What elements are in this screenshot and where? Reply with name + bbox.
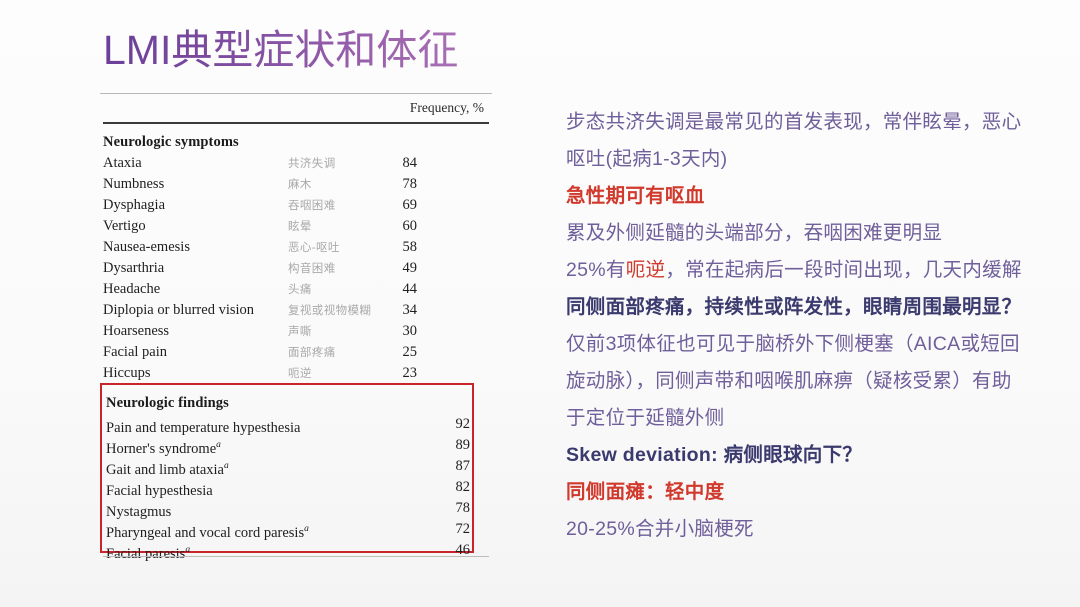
row-label: Hoarseness bbox=[103, 323, 170, 339]
note-line: 累及外侧延髓的头端部分，吞咽困难更明显 bbox=[566, 222, 943, 244]
slide-root: LMI典型症状和体征 Frequency, % Neurologic sympt… bbox=[0, 0, 1080, 607]
row-value: 72 bbox=[455, 521, 471, 537]
table-row: Gait and limb ataxiaa 87 bbox=[106, 456, 478, 478]
row-footnote-marker: a bbox=[216, 440, 221, 450]
table-row: Horner's syndromea 89 bbox=[106, 435, 478, 457]
row-label: Hiccups bbox=[103, 365, 151, 381]
row-label-cn: 麻木 bbox=[288, 179, 312, 191]
page-title: LMI典型症状和体征 bbox=[103, 22, 458, 78]
table-row: Hiccups 呃逆 23 bbox=[103, 363, 489, 384]
row-value: 82 bbox=[455, 479, 471, 495]
row-value: 44 bbox=[402, 281, 418, 297]
table-row: Nystagmus 78 bbox=[106, 498, 478, 520]
row-value: 78 bbox=[455, 500, 471, 516]
table-frequency-header: Frequency, % bbox=[409, 100, 484, 115]
table-row: Facial pain 面部疼痛 25 bbox=[103, 342, 489, 363]
row-value: 46 bbox=[455, 542, 471, 558]
note-line: 仅前3项体征也可见于脑桥外下侧梗塞（AICA或短回 bbox=[566, 333, 1020, 355]
row-value: 84 bbox=[402, 155, 418, 171]
row-label: Ataxia bbox=[103, 155, 142, 171]
table-section-heading-findings: Neurologic findings bbox=[106, 395, 229, 411]
table-row: Facial hypesthesia 82 bbox=[106, 477, 478, 499]
row-label-cn: 共济失调 bbox=[288, 158, 336, 170]
table-findings: Neurologic findings Pain and temperature… bbox=[106, 393, 478, 562]
row-label: Nausea-emesis bbox=[103, 239, 190, 255]
table-section-heading-symptoms: Neurologic symptoms bbox=[103, 134, 239, 150]
row-value: 89 bbox=[455, 437, 471, 453]
row-label: Dysphagia bbox=[103, 197, 166, 213]
table-row: Dysarthria 构音困难 49 bbox=[103, 258, 489, 279]
row-footnote-marker: a bbox=[304, 524, 309, 534]
note-line: 20-25%合并小脑梗死 bbox=[566, 518, 754, 540]
row-label: Facial pain bbox=[103, 344, 168, 360]
row-label-cn: 眩晕 bbox=[288, 221, 312, 233]
note-line-mixed: 25%有呃逆，常在起病后一段时间出现，几天内缓解 bbox=[566, 252, 1052, 289]
note-line-highlight: 急性期可有呕血 bbox=[566, 185, 705, 207]
note-line: 于定位于延髓外侧 bbox=[566, 407, 725, 429]
table-row: Numbness 麻木 78 bbox=[103, 174, 489, 195]
row-footnote-marker: a bbox=[223, 461, 229, 471]
table-row: Headache 头痛 44 bbox=[103, 279, 489, 300]
table-row: Nausea-emesis 恶心-呕吐 58 bbox=[103, 237, 489, 258]
row-label-cn: 呃逆 bbox=[288, 368, 312, 380]
note-line-emphasis: Skew deviation: 病侧眼球向下？ bbox=[566, 444, 863, 466]
row-label: Facial paresisa bbox=[106, 545, 191, 562]
row-label-cn: 吞咽困难 bbox=[288, 200, 336, 212]
table-bottom-rule bbox=[103, 556, 489, 557]
note-line: 步态共济失调是最常见的首发表现，常伴眩晕，恶心 bbox=[566, 111, 1022, 133]
row-value: 58 bbox=[402, 239, 418, 255]
row-label-cn: 头痛 bbox=[288, 284, 312, 296]
row-value: 87 bbox=[455, 458, 471, 474]
row-label-cn: 复视或视物模糊 bbox=[288, 305, 372, 317]
table-row: Vertigo 眩晕 60 bbox=[103, 216, 489, 237]
table-row: Diplopia or blurred vision 复视或视物模糊 34 bbox=[103, 300, 489, 321]
note-line: 呕吐(起病1-3天内) bbox=[566, 148, 728, 170]
row-value: 30 bbox=[402, 323, 418, 339]
table-header-rule bbox=[103, 122, 489, 124]
note-line-emphasis: 同侧面部疼痛，持续性或阵发性，眼睛周围最明显？ bbox=[566, 296, 1022, 318]
table-row: Facial paresisa 46 bbox=[106, 540, 478, 562]
row-value: 69 bbox=[402, 197, 418, 213]
table-row: Hoarseness 声嘶 30 bbox=[103, 321, 489, 342]
table-symptoms: Neurologic symptoms Ataxia 共济失调 84 Numbn… bbox=[103, 132, 489, 384]
row-value: 34 bbox=[402, 302, 418, 318]
note-segment-highlight: 呃逆 bbox=[625, 259, 666, 281]
row-value: 23 bbox=[402, 365, 418, 381]
note-segment: 25%有 bbox=[566, 259, 626, 281]
row-label-cn: 构音困难 bbox=[288, 263, 336, 275]
row-label: Headache bbox=[103, 281, 161, 297]
row-label-cn: 恶心-呕吐 bbox=[288, 242, 340, 254]
row-label: Numbness bbox=[103, 176, 165, 192]
row-label-cn: 声嘶 bbox=[288, 326, 312, 338]
notes-column: 步态共济失调是最常见的首发表现，常伴眩晕，恶心 呕吐(起病1-3天内) 急性期可… bbox=[566, 104, 1052, 548]
row-label: Dysarthria bbox=[103, 260, 165, 276]
table-top-rule bbox=[100, 93, 492, 94]
table-row: Ataxia 共济失调 84 bbox=[103, 153, 489, 174]
table-row: Dysphagia 吞咽困难 69 bbox=[103, 195, 489, 216]
table-row: Pain and temperature hypesthesia 92 bbox=[106, 414, 478, 436]
note-line-highlight: 同侧面瘫：轻中度 bbox=[566, 481, 725, 503]
row-value: 25 bbox=[402, 344, 418, 360]
row-value: 60 bbox=[402, 218, 418, 234]
row-label: Vertigo bbox=[103, 218, 146, 234]
row-value: 49 bbox=[402, 260, 418, 276]
row-footnote-marker: a bbox=[185, 545, 191, 555]
row-value: 92 bbox=[455, 416, 471, 432]
table-row: Pharyngeal and vocal cord paresisa 72 bbox=[106, 519, 478, 541]
note-segment: ，常在起病后一段时间出现，几天内缓解 bbox=[665, 259, 1022, 281]
row-value: 78 bbox=[402, 176, 418, 192]
row-label-cn: 面部疼痛 bbox=[288, 347, 336, 359]
row-label: Diplopia or blurred vision bbox=[103, 302, 255, 318]
note-line: 旋动脉），同侧声带和咽喉肌麻痹（疑核受累）有助 bbox=[566, 370, 1012, 392]
